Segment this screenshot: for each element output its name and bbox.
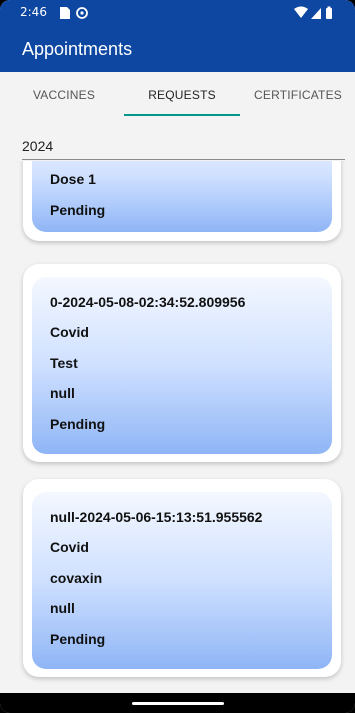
app-bar: Appointments	[0, 26, 355, 72]
requests-list[interactable]: Dose 1 Pending 0-2024-05-08-02:34:52.809…	[0, 161, 355, 693]
request-vaccine-name: Test	[50, 355, 78, 371]
app-screen: 2:46 Appointments VACCINES REQUESTS CERT…	[0, 0, 355, 713]
tab-vaccines[interactable]: VACCINES	[12, 72, 116, 118]
status-bar: 2:46	[0, 0, 355, 26]
request-id: 0-2024-05-08-02:34:52.809956	[50, 294, 246, 310]
request-dose: null	[50, 385, 75, 401]
sync-icon	[76, 7, 88, 19]
page-title: Appointments	[22, 39, 133, 59]
year-filter-input[interactable]	[22, 136, 345, 156]
tab-requests[interactable]: REQUESTS	[124, 72, 240, 118]
request-id: null-2024-05-06-15:13:51.955562	[50, 509, 263, 525]
tab-bar: VACCINES REQUESTS CERTIFICATES	[0, 72, 355, 118]
request-card[interactable]: Dose 1 Pending	[23, 161, 341, 241]
request-card-body: 0-2024-05-08-02:34:52.809956 Covid Test …	[32, 277, 332, 454]
signal-icon	[311, 8, 321, 19]
tab-certificates[interactable]: CERTIFICATES	[248, 72, 348, 118]
status-left-icons	[60, 7, 88, 19]
navigation-bar	[0, 693, 355, 713]
request-vaccine-type: Covid	[50, 324, 89, 340]
home-gesture-handle[interactable]	[132, 702, 224, 705]
request-vaccine-type: Covid	[50, 539, 89, 555]
request-status: Pending	[50, 202, 106, 218]
request-card[interactable]: 0-2024-05-08-02:34:52.809956 Covid Test …	[23, 264, 341, 462]
request-card-body: null-2024-05-06-15:13:51.955562 Covid co…	[32, 492, 332, 669]
request-card-body: Dose 1 Pending	[32, 161, 332, 232]
status-time: 2:46	[20, 5, 47, 19]
status-right-icons	[294, 6, 332, 19]
request-status: Pending	[50, 631, 106, 647]
wifi-icon	[294, 6, 308, 18]
year-filter-field	[22, 132, 345, 160]
request-line: Dose 1	[50, 171, 96, 187]
request-status: Pending	[50, 416, 106, 432]
request-card[interactable]: null-2024-05-06-15:13:51.955562 Covid co…	[23, 479, 341, 677]
active-tab-indicator	[124, 114, 240, 116]
sim-card-icon	[60, 7, 70, 19]
request-dose: null	[50, 600, 75, 616]
request-vaccine-name: covaxin	[50, 570, 103, 586]
battery-icon	[326, 6, 332, 19]
